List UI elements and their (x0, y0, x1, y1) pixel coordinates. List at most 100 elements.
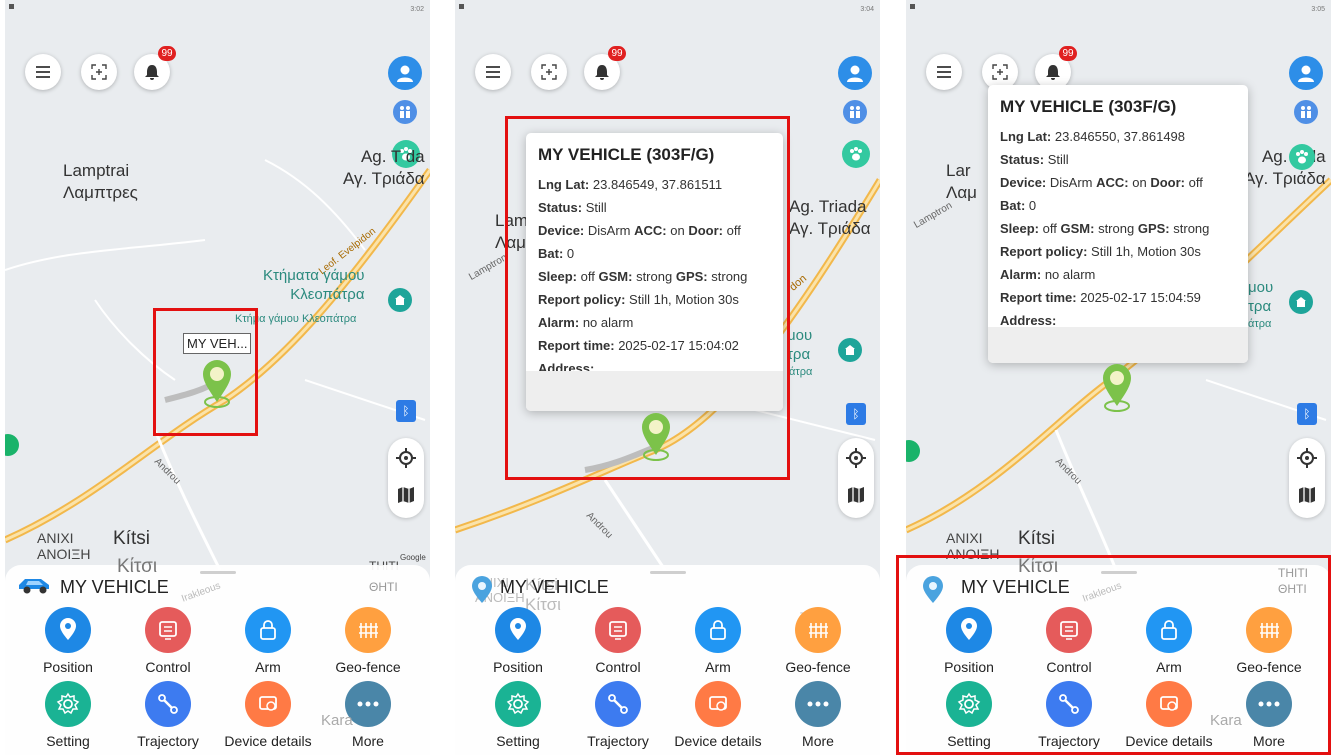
car-icon (17, 575, 53, 600)
vehicle-bottom-sheet: ANIXIΑΝΟΙΞΗ KítsiΚίτσι THITI MY VEHICLE … (455, 565, 880, 755)
map-label-irakleous: Irakleous (180, 580, 223, 605)
user-icon (397, 65, 413, 82)
people-button[interactable] (1294, 100, 1318, 124)
bluetooth-icon: ᛒ (402, 404, 410, 418)
vehicle-name: MY VEHICLE (60, 577, 169, 597)
gear-icon (45, 681, 91, 727)
profile-button[interactable] (838, 56, 872, 90)
scan-icon (992, 64, 1008, 80)
people-icon (1301, 106, 1311, 118)
menu-button[interactable] (25, 54, 61, 90)
vehicle-bottom-sheet: Κίτσι ΘΗΤΙ Irakleous MY VEHICLE Position… (5, 557, 430, 755)
device-details-action[interactable]: Device details (665, 681, 771, 749)
sheet-handle[interactable] (199, 571, 236, 574)
arm-action[interactable]: Arm (215, 607, 321, 675)
map-label-venue-small: άτρα (789, 366, 813, 378)
locate-button[interactable] (1297, 448, 1317, 473)
scan-button[interactable] (81, 54, 117, 90)
map-label-lam: Lar Λαμ (946, 161, 977, 202)
profile-button[interactable] (1289, 56, 1323, 90)
highlight-box-marker (153, 308, 258, 436)
popup-report-policy: Report policy: Still 1h, Motion 30s (1000, 244, 1201, 259)
map-label-kara: Kara (321, 712, 353, 729)
menu-button[interactable] (475, 54, 511, 90)
user-icon (1298, 65, 1314, 82)
bluetooth-icon: ᛒ (852, 407, 860, 421)
paw-icon (1296, 150, 1308, 164)
bluetooth-button[interactable]: ᛒ (1297, 403, 1317, 425)
bluetooth-icon: ᛒ (1303, 407, 1311, 421)
bluetooth-button[interactable]: ᛒ (846, 403, 866, 425)
menu-button[interactable] (926, 54, 962, 90)
map-label-venue: μου τρα (787, 327, 813, 363)
status-bar-indicator (459, 4, 464, 9)
map-label-agtriada: Ag. T da Αγ. Τριάδα (343, 147, 425, 188)
setting-action[interactable]: Setting (15, 681, 121, 749)
status-bar-indicator (9, 4, 14, 9)
lock-icon (245, 607, 291, 653)
venue-pin-icon (838, 338, 862, 362)
control-panel-icon (145, 607, 191, 653)
people-button[interactable] (393, 100, 417, 124)
popup-sleep: Sleep: off GSM: strong GPS: strong (1000, 221, 1210, 236)
highlight-box-actions (896, 555, 1331, 755)
trajectory-action[interactable]: Trajectory (115, 681, 221, 749)
sheet-handle[interactable] (649, 571, 686, 574)
control-action[interactable]: Control (115, 607, 221, 675)
popup-device: Device: DisArm ACC: on Door: off (1000, 175, 1203, 190)
control-action[interactable]: Control (565, 607, 671, 675)
crosshair-icon (1297, 448, 1317, 468)
vehicle-marker[interactable] (1099, 362, 1135, 417)
map-type-button[interactable] (847, 486, 865, 509)
device-details-action[interactable]: Device details (215, 681, 321, 749)
map-label-lamptrai: Lamptrai Λαμπτρες (63, 161, 138, 202)
people-icon (850, 106, 860, 118)
notification-button[interactable]: 99 (134, 46, 176, 90)
location-pin-icon (45, 607, 91, 653)
people-button[interactable] (843, 100, 867, 124)
map-label-venue: μου τρα (1248, 279, 1274, 315)
status-bar-indicator (910, 4, 915, 9)
arm-action[interactable]: Arm (665, 607, 771, 675)
map-type-button[interactable] (1298, 486, 1316, 509)
scan-icon (541, 64, 557, 80)
popup-battery: Bat: 0 (1000, 198, 1037, 213)
vehicle-pin-icon (1103, 364, 1131, 412)
locate-button[interactable] (846, 448, 866, 473)
popup-status: Status: Still (1000, 152, 1069, 167)
bell-icon (595, 65, 609, 80)
notification-button[interactable]: 99 (584, 46, 626, 90)
status-time: 3:02 (410, 6, 424, 13)
popup-report-time: Report time: 2025-02-17 15:04:59 (1000, 290, 1201, 305)
map-label-thiti-greek: ΘΗΤΙ (369, 580, 398, 594)
trajectory-action[interactable]: Trajectory (565, 681, 671, 749)
map-google-logo: Google (400, 553, 426, 562)
crosshair-icon (846, 448, 866, 468)
bell-icon (1046, 65, 1060, 80)
more-action[interactable]: More (765, 681, 871, 749)
location-pin-icon (495, 607, 541, 653)
crosshair-icon (396, 448, 416, 468)
venue-pin-icon (388, 288, 412, 312)
position-action[interactable]: Position (465, 607, 571, 675)
locate-button[interactable] (396, 448, 416, 473)
setting-action[interactable]: Setting (465, 681, 571, 749)
pet-button[interactable] (842, 140, 870, 168)
popup-title: MY VEHICLE (303F/G) (1000, 97, 1177, 116)
geofence-action[interactable]: Geo-fence (315, 607, 421, 675)
bluetooth-button[interactable]: ᛒ (396, 400, 416, 422)
menu-icon (937, 66, 951, 78)
scan-button[interactable] (531, 54, 567, 90)
route-icon (595, 681, 641, 727)
geofence-action[interactable]: Geo-fence (765, 607, 871, 675)
popup-footer (988, 327, 1248, 363)
profile-button[interactable] (388, 56, 422, 90)
map-type-button[interactable] (397, 486, 415, 509)
status-time: 3:05 (1311, 6, 1325, 13)
status-time: 3:04 (860, 6, 874, 13)
lock-icon (695, 607, 741, 653)
venue-pin-icon (1289, 290, 1313, 314)
pet-button[interactable] (1289, 144, 1315, 170)
position-action[interactable]: Position (15, 607, 121, 675)
map-icon (848, 487, 864, 503)
